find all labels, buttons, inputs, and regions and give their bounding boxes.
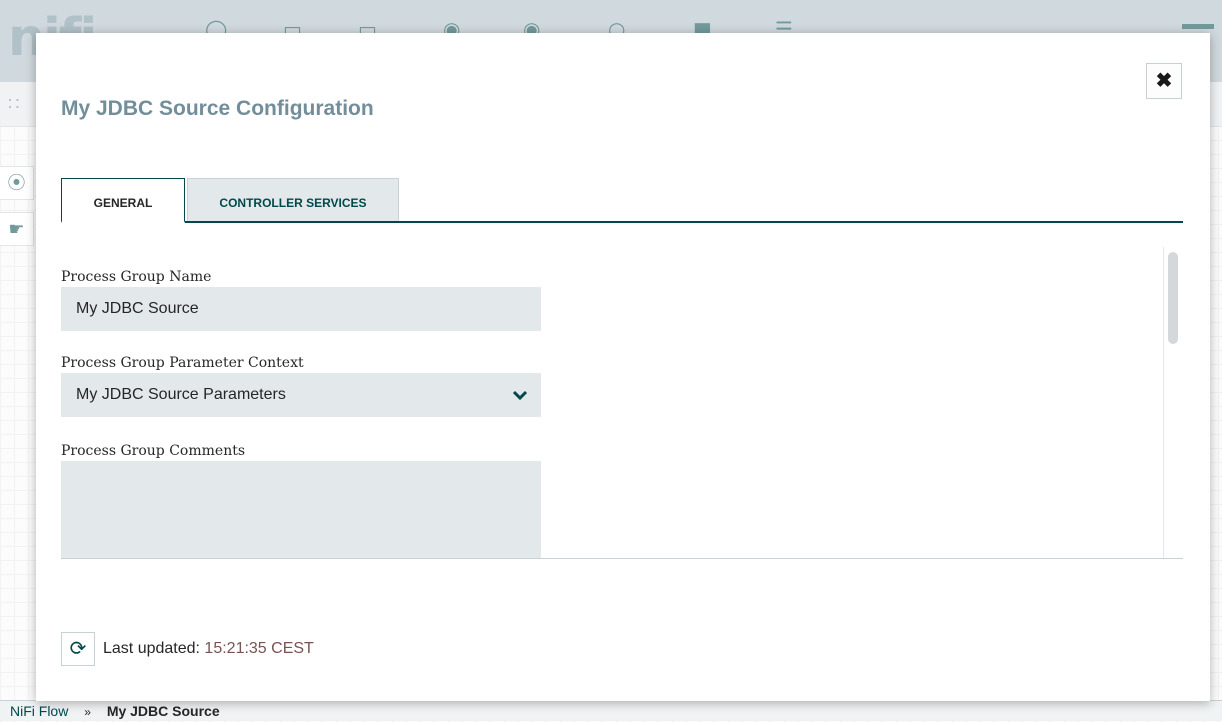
last-updated-label: Last updated: xyxy=(103,640,200,657)
last-updated-status: Last updated: 15:21:35 CEST xyxy=(103,640,314,658)
content-scrollbar[interactable] xyxy=(1163,247,1183,558)
breadcrumb: NiFi Flow » My JDBC Source xyxy=(0,700,1222,721)
dialog-title: My JDBC Source Configuration xyxy=(61,97,374,120)
parameter-context-value: My JDBC Source Parameters xyxy=(76,386,286,403)
parameter-context-label: Process Group Parameter Context xyxy=(61,355,304,371)
breadcrumb-separator: » xyxy=(84,705,91,719)
comments-label: Process Group Comments xyxy=(61,443,246,459)
refresh-button[interactable]: ⟳ xyxy=(61,632,95,666)
breadcrumb-current[interactable]: My JDBC Source xyxy=(107,703,220,719)
last-updated-time: 15:21:35 CEST xyxy=(204,640,314,657)
process-group-name-input[interactable]: My JDBC Source xyxy=(61,287,541,331)
breadcrumb-root[interactable]: NiFi Flow xyxy=(10,703,68,719)
tab-controller-services[interactable]: CONTROLLER SERVICES xyxy=(187,178,399,221)
refresh-icon: ⟳ xyxy=(69,638,87,660)
close-button[interactable]: ✖ xyxy=(1146,63,1182,99)
chevron-down-icon xyxy=(512,390,528,401)
process-group-name-label: Process Group Name xyxy=(61,269,212,285)
close-icon: ✖ xyxy=(1155,70,1173,92)
tab-general[interactable]: GENERAL xyxy=(61,178,185,223)
process-group-configuration-dialog: My JDBC Source Configuration ✖ GENERAL C… xyxy=(36,33,1210,701)
parameter-context-select[interactable]: My JDBC Source Parameters xyxy=(61,373,541,417)
general-tab-content: Process Group Name My JDBC Source Proces… xyxy=(61,247,1183,559)
comments-textarea[interactable] xyxy=(61,461,541,558)
dialog-tabs: GENERAL CONTROLLER SERVICES xyxy=(61,178,1183,223)
scrollbar-thumb[interactable] xyxy=(1168,252,1178,344)
